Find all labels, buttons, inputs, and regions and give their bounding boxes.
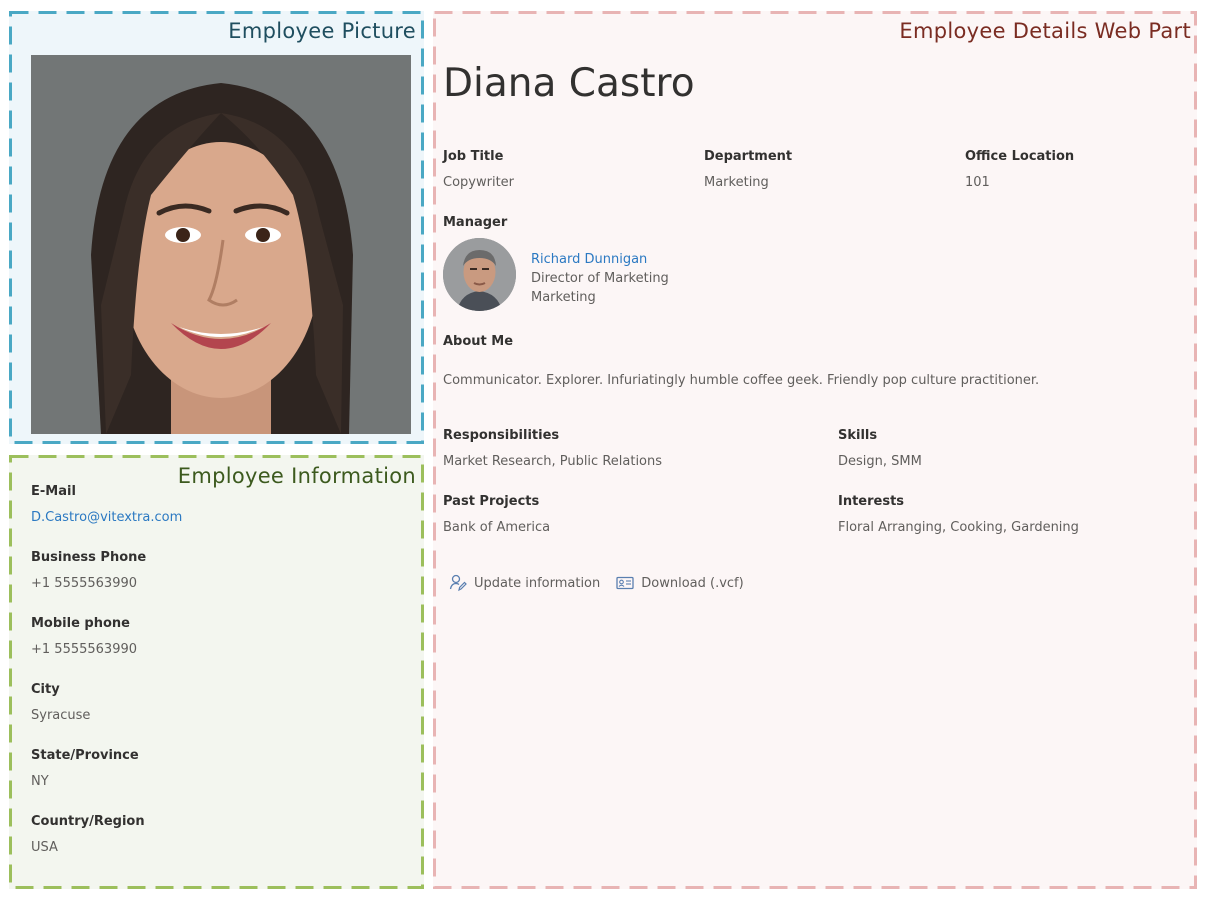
city-label: City: [31, 682, 60, 697]
department-label: Department: [704, 149, 793, 164]
employee-photo: [31, 55, 411, 434]
about-me-label: About Me: [443, 334, 514, 349]
job-title-value: Copywriter: [443, 175, 515, 190]
responsibilities-field: Responsibilities Market Research, Public…: [443, 428, 662, 470]
skills-field: Skills Design, SMM: [838, 428, 922, 470]
past-projects-field: Past Projects Bank of America: [443, 494, 550, 536]
department-field: Department Marketing: [704, 149, 792, 191]
mobile-phone-value: +1 5555563990: [31, 642, 138, 657]
interests-label: Interests: [838, 494, 905, 509]
info-item-email: E-Mail D.Castro@vitextra.com: [31, 484, 291, 550]
actions-bar: Update information Download (.vcf): [449, 574, 760, 592]
city-value: Syracuse: [31, 708, 91, 723]
job-title-label: Job Title: [443, 149, 504, 164]
interests-value: Floral Arranging, Cooking, Gardening: [838, 520, 1079, 535]
business-phone-value: +1 5555563990: [31, 576, 138, 591]
manager-avatar[interactable]: [443, 238, 516, 311]
picture-panel-title: Employee Picture: [228, 19, 416, 43]
skills-value: Design, SMM: [838, 454, 922, 469]
manager-label: Manager: [443, 215, 508, 230]
state-value: NY: [31, 774, 49, 789]
responsibilities-label: Responsibilities: [443, 428, 560, 443]
country-label: Country/Region: [31, 814, 145, 829]
responsibilities-value: Market Research, Public Relations: [443, 454, 663, 469]
country-value: USA: [31, 840, 58, 855]
business-phone-label: Business Phone: [31, 550, 147, 565]
employee-picture-panel: Employee Picture: [9, 11, 424, 444]
email-link[interactable]: D.Castro@vitextra.com: [31, 510, 291, 526]
person-edit-icon: [449, 574, 467, 592]
office-location-field: Office Location 101: [965, 149, 1074, 191]
manager-title: Director of Marketing: [531, 271, 669, 286]
department-value: Marketing: [704, 175, 769, 190]
download-vcf-button[interactable]: Download (.vcf): [616, 574, 744, 592]
employee-name: Diana Castro: [443, 61, 695, 106]
state-label: State/Province: [31, 748, 139, 763]
details-panel-title: Employee Details Web Part: [899, 19, 1191, 43]
manager-department: Marketing: [531, 290, 596, 305]
job-title-field: Job Title Copywriter: [443, 149, 514, 191]
interests-field: Interests Floral Arranging, Cooking, Gar…: [838, 494, 1079, 536]
employee-information-panel: Employee Information E-Mail D.Castro@vit…: [9, 455, 424, 889]
email-label: E-Mail: [31, 484, 76, 499]
update-information-button[interactable]: Update information: [449, 574, 600, 592]
manager-field: Manager: [443, 215, 507, 231]
info-item-business-phone: Business Phone +1 5555563990: [31, 550, 291, 616]
manager-text: Richard Dunnigan Director of Marketing M…: [531, 250, 669, 307]
download-vcf-label: Download (.vcf): [641, 575, 744, 591]
manager-name-link[interactable]: Richard Dunnigan: [531, 250, 669, 269]
office-location-label: Office Location: [965, 149, 1075, 164]
past-projects-label: Past Projects: [443, 494, 540, 509]
info-item-country: Country/Region USA: [31, 814, 291, 880]
manager-card: Richard Dunnigan Director of Marketing M…: [443, 236, 843, 312]
info-item-state: State/Province NY: [31, 748, 291, 814]
info-item-city: City Syracuse: [31, 682, 291, 748]
mobile-phone-label: Mobile phone: [31, 616, 130, 631]
past-projects-value: Bank of America: [443, 520, 551, 535]
about-me-text: Communicator. Explorer. Infuriatingly hu…: [443, 373, 1040, 388]
employee-details-panel: Employee Details Web Part Diana Castro J…: [433, 11, 1197, 889]
contact-card-icon: [616, 576, 634, 590]
about-me-field: About Me: [443, 334, 513, 350]
info-list: E-Mail D.Castro@vitextra.com Business Ph…: [31, 484, 291, 880]
info-item-mobile-phone: Mobile phone +1 5555563990: [31, 616, 291, 682]
skills-label: Skills: [838, 428, 878, 443]
office-location-value: 101: [965, 175, 990, 190]
update-information-label: Update information: [474, 575, 601, 591]
